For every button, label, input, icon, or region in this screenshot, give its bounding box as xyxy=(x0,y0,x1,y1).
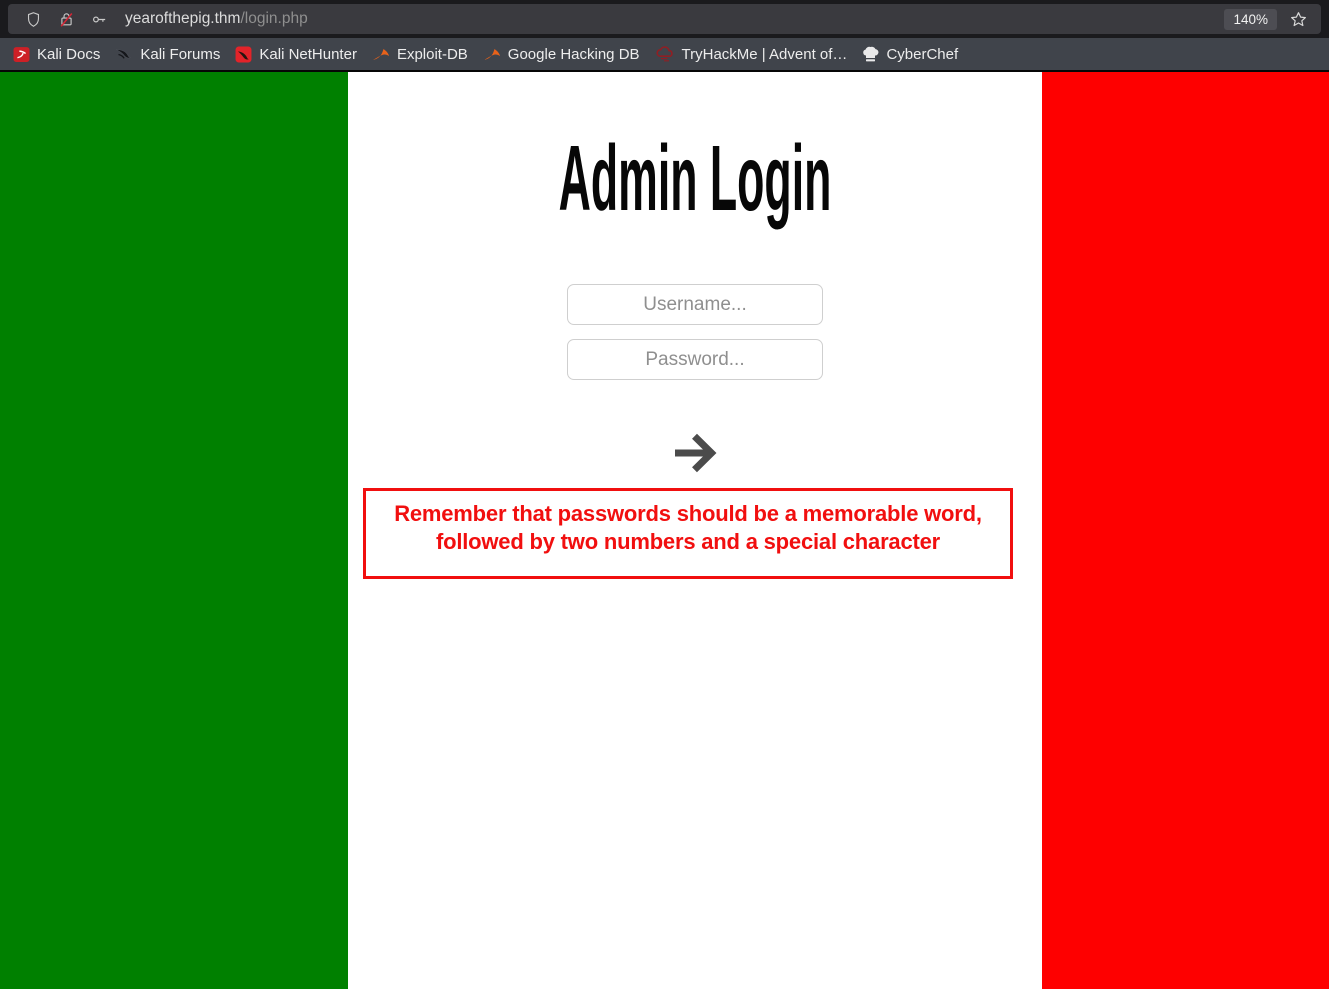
flag-red-column xyxy=(1042,72,1329,989)
exploit-db-icon xyxy=(372,47,390,61)
bookmark-kali-docs[interactable]: Kali Docs xyxy=(13,46,100,63)
tracking-protection-shield-icon[interactable] xyxy=(25,11,42,28)
password-hint-line1: Remember that passwords should be a memo… xyxy=(394,501,982,526)
bookmark-exploit-db[interactable]: Exploit-DB xyxy=(372,46,468,63)
arrow-right-icon xyxy=(672,433,718,477)
bookmark-label: Exploit-DB xyxy=(396,45,468,63)
bookmark-tryhackme[interactable]: TryHackMe | Advent of… xyxy=(655,45,848,63)
page-viewport: Admin Login Remember that passwords shou… xyxy=(0,72,1329,989)
url-path: /login.php xyxy=(240,10,308,27)
bookmarks-toolbar: Kali Docs Kali Forums Kali NetHunter Exp… xyxy=(0,38,1329,72)
page-title: Admin Login xyxy=(558,126,832,230)
google-hacking-db-icon xyxy=(483,47,501,61)
kali-nethunter-icon xyxy=(235,46,252,63)
bookmark-star-icon[interactable] xyxy=(1289,10,1308,29)
url-domain: yearofthepig.thm xyxy=(125,10,241,27)
url-bar[interactable]: yearofthepig.thm/login.php 140% xyxy=(8,4,1321,34)
bookmark-label: Google Hacking DB xyxy=(507,45,640,63)
insecure-lock-icon[interactable] xyxy=(58,11,75,28)
bookmark-google-hacking-db[interactable]: Google Hacking DB xyxy=(483,46,640,63)
password-hint-line2: followed by two numbers and a special ch… xyxy=(435,529,941,554)
kali-docs-icon xyxy=(13,46,30,63)
password-hint-box: Remember that passwords should be a memo… xyxy=(363,488,1013,579)
login-submit-button[interactable] xyxy=(672,432,718,477)
flag-green-column xyxy=(0,72,348,989)
username-input[interactable] xyxy=(567,284,823,325)
bookmark-label: Kali NetHunter xyxy=(259,45,357,63)
bookmark-kali-nethunter[interactable]: Kali NetHunter xyxy=(235,46,357,63)
url-text[interactable]: yearofthepig.thm/login.php xyxy=(125,10,308,28)
cyberchef-hat-icon xyxy=(862,46,879,62)
key-icon[interactable] xyxy=(91,11,108,28)
bookmark-label: Kali Docs xyxy=(37,45,101,63)
login-form xyxy=(348,284,1042,479)
page-zoom-indicator[interactable]: 140% xyxy=(1224,8,1277,30)
login-panel: Admin Login Remember that passwords shou… xyxy=(348,72,1042,989)
tryhackme-cloud-icon xyxy=(655,46,675,62)
browser-toolbar: yearofthepig.thm/login.php 140% xyxy=(0,0,1329,38)
bookmark-label: TryHackMe | Advent of… xyxy=(681,45,848,63)
bookmark-cyberchef[interactable]: CyberChef xyxy=(862,46,958,63)
bookmark-label: CyberChef xyxy=(886,45,959,63)
kali-forums-icon xyxy=(115,46,133,62)
password-input[interactable] xyxy=(567,339,823,380)
bookmark-label: Kali Forums xyxy=(140,45,221,63)
bookmark-kali-forums[interactable]: Kali Forums xyxy=(115,46,220,63)
